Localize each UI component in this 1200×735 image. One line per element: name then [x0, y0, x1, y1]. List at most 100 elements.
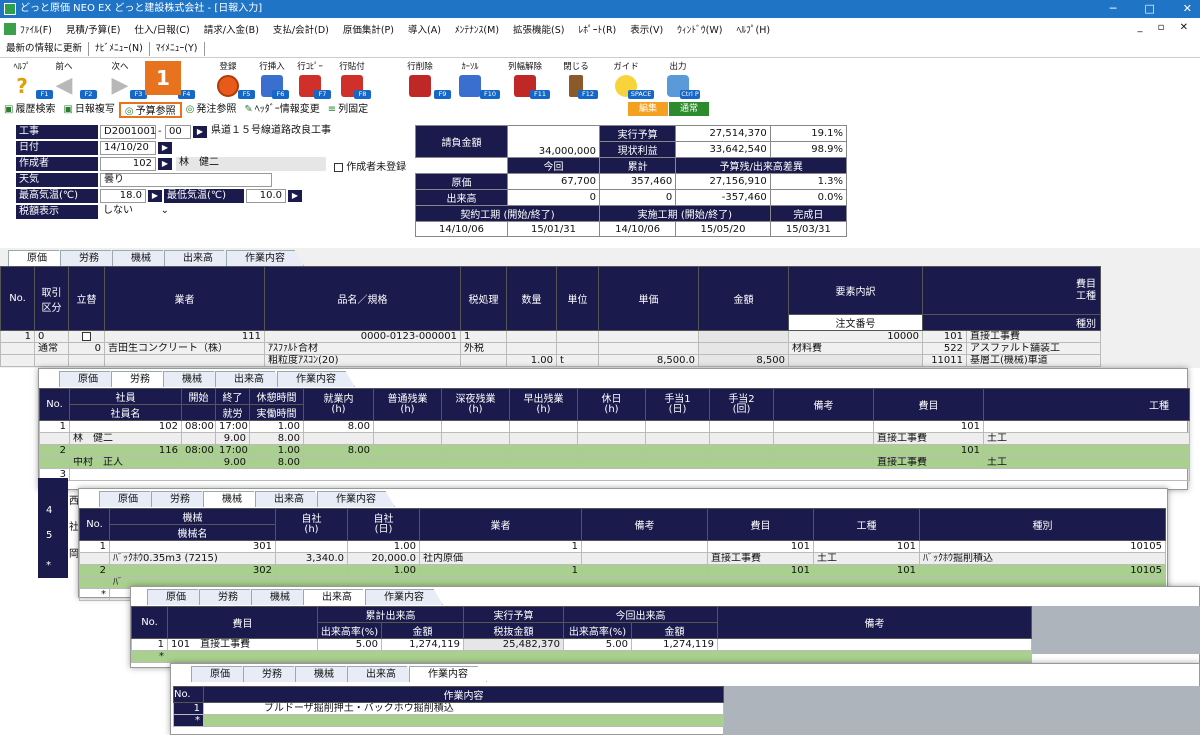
table-row[interactable]: 1 101 直接工事費 5.00 1,274,119 25,482,370 5.…	[131, 638, 1032, 651]
tab-romu[interactable]: 労務	[199, 589, 257, 605]
tab-sagyo[interactable]: 作業内容	[365, 589, 443, 605]
refresh-link[interactable]: 最新の情報に更新	[0, 41, 90, 56]
budget-reference-button[interactable]: ◎ 予算参照	[118, 102, 182, 118]
koji-lookup-button[interactable]: ▶	[193, 126, 207, 138]
arrow-right-icon: ▶	[111, 73, 129, 98]
menu-setup[interactable]: 導入(A)	[408, 22, 441, 36]
tatekae-checkbox[interactable]	[68, 330, 105, 343]
tab-kikai[interactable]: 機械	[251, 589, 309, 605]
weather-field[interactable]: 曇り	[100, 173, 272, 187]
tab-dekidaka[interactable]: 出来高	[215, 371, 283, 387]
menu-help[interactable]: ﾍﾙﾌﾟ(H)	[736, 22, 770, 36]
tab-genka[interactable]: 原価	[147, 589, 205, 605]
col-kikaimei: 機械名	[109, 524, 276, 541]
normal-mode-button[interactable]: 通常	[669, 102, 709, 116]
minimize-button[interactable]: ─	[1110, 0, 1117, 18]
close-button[interactable]: ✕	[1183, 0, 1192, 18]
table-row[interactable]: 1 0 111 0000-0123-000001 1 10000 101 直接工…	[0, 330, 1101, 343]
tab-dekidaka[interactable]: 出来高	[347, 666, 415, 682]
menu-estimate[interactable]: 見積/予算(E)	[66, 22, 121, 36]
genka-grid: No. 取引 区分 立替 業者 品名／規格 税処理 数量 単位 単価 金額 要素…	[0, 266, 1101, 367]
menu-billing[interactable]: 請求/入金(B)	[204, 22, 259, 36]
menu-report[interactable]: ﾚﾎﾟｰﾄ(R)	[578, 22, 616, 36]
navi-menu-link[interactable]: ﾅﾋﾞﾒﾆｭｰ(N)	[89, 41, 150, 56]
tab-sagyo[interactable]: 作業内容	[317, 491, 395, 507]
maximize-button[interactable]: □	[1144, 0, 1154, 18]
min-temp-field[interactable]: 10.0	[246, 189, 286, 203]
menu-file[interactable]: ﾌｧｲﾙ(F)	[20, 22, 52, 36]
my-menu-link[interactable]: ﾏｲﾒﾆｭｰ(Y)	[150, 41, 205, 56]
copy-report-button[interactable]: ▣ 日報複写	[59, 102, 118, 118]
tab-genka[interactable]: 原価	[59, 371, 117, 387]
tab-dekidaka[interactable]: 出来高	[164, 250, 232, 266]
max-temp-field[interactable]: 18.0	[100, 189, 146, 203]
menu-window[interactable]: ｳｨﾝﾄﾞｳ(W)	[677, 22, 722, 36]
budget-pct: 19.1%	[769, 125, 848, 142]
menu-view[interactable]: 表示(V)	[630, 22, 663, 36]
table-row[interactable]: 粗粒度ｱｽｺﾝ(20) 1.00 t 8,500.0 8,500 11011 基…	[0, 354, 1101, 367]
mdi-controls[interactable]: _ ▫ ✕	[1137, 22, 1194, 33]
tab-romu[interactable]: 労務	[243, 666, 301, 682]
table-row[interactable]: 2 116 08:00 17:00 1.00 8.00 101	[39, 444, 1190, 457]
tab-romu[interactable]: 労務	[60, 250, 118, 266]
tab-kikai[interactable]: 機械	[203, 491, 261, 507]
progress-diff: -357,460	[675, 189, 771, 206]
menu-maintenance[interactable]: ﾒﾝﾃﾅﾝｽ(M)	[455, 22, 499, 36]
tab-genka[interactable]: 原価	[191, 666, 249, 682]
col-teate1: 手当1 (日)	[645, 388, 710, 421]
tab-dekidaka[interactable]: 出来高	[303, 589, 371, 605]
table-row[interactable]: 3	[39, 468, 1190, 481]
author-lookup-button[interactable]: ▶	[158, 158, 172, 170]
table-row[interactable]: ﾊﾞｯｸﾎｳ0.35m3 (7215) 3,340.0 20,000.0 社内原…	[79, 552, 1166, 565]
menu-payment[interactable]: 支払/会計(D)	[273, 22, 329, 36]
history-search-button[interactable]: ▣ 履歴検索	[0, 102, 59, 118]
date-field[interactable]: 14/10/20	[100, 141, 156, 155]
col-no: No.	[79, 508, 110, 541]
table-row[interactable]: 中村 正人 9.00 8.00 直接工事費 土工	[39, 456, 1190, 469]
menu-cost[interactable]: 原価集計(P)	[343, 22, 394, 36]
table-row[interactable]: 1 ブルドーザ掘削押土・バックホウ掘削積込	[173, 702, 724, 715]
author-label: 作成者	[16, 157, 98, 171]
table-row[interactable]: 通常 0 吉田生コンクリート（株） ｱｽﾌｧﾙﾄ合材 外税 材料費 522 アス…	[0, 342, 1101, 355]
prev-button[interactable]: 前へ ◀	[44, 60, 84, 97]
tab-sagyo[interactable]: 作業内容	[277, 371, 355, 387]
menu-extension[interactable]: 拡張機能(S)	[513, 22, 564, 36]
date-picker-button[interactable]: ▶	[158, 142, 172, 154]
koji-sub-field[interactable]: 00	[165, 125, 191, 139]
freeze-column-button[interactable]: ≡ 列固定	[324, 102, 372, 118]
menu-purchase[interactable]: 仕入/日報(C)	[135, 22, 190, 36]
table-row[interactable]: 1 102 08:00 17:00 1.00 8.00 101	[39, 420, 1190, 433]
completion-date: 15/03/31	[769, 221, 848, 237]
table-row[interactable]: 1 301 1.00 1 101 101 10105	[79, 540, 1166, 553]
table-row[interactable]: 2 302 1.00 1 101 101 10105	[79, 564, 1166, 577]
table-row[interactable]: *	[131, 650, 1032, 663]
min-temp-button[interactable]: ▶	[288, 190, 302, 202]
header-change-button[interactable]: ✎ ﾍｯﾀﾞｰ情報変更	[240, 102, 323, 118]
tab-dekidaka[interactable]: 出来高	[255, 491, 323, 507]
document-icon	[4, 23, 16, 35]
unregistered-checkbox[interactable]: 作成者未登録	[334, 158, 406, 173]
tab-genka[interactable]: 原価	[8, 250, 66, 266]
col-rate: 出来高率(%)	[317, 622, 382, 639]
koji-code-field[interactable]: D2001001	[100, 125, 156, 139]
tab-sagyo[interactable]: 作業内容	[226, 250, 304, 266]
tab-kikai[interactable]: 機械	[163, 371, 221, 387]
contract-period-label: 契約工期 (開始/終了)	[415, 205, 600, 222]
completion-label: 完成日	[769, 205, 848, 222]
table-row[interactable]: *	[173, 714, 724, 727]
max-temp-button[interactable]: ▶	[148, 190, 162, 202]
tax-select[interactable]: しない ⌄	[100, 205, 172, 219]
tab-genka[interactable]: 原価	[99, 491, 157, 507]
author-code-field[interactable]: 102	[100, 157, 156, 171]
tab-kikai[interactable]: 機械	[295, 666, 353, 682]
tab-romu[interactable]: 労務	[111, 371, 169, 387]
edit-mode-button[interactable]: 編集	[628, 102, 668, 116]
col-kikai: 機械	[109, 508, 276, 525]
tab-sagyo[interactable]: 作業内容	[409, 666, 487, 682]
tab-romu[interactable]: 労務	[151, 491, 209, 507]
table-row[interactable]: 林 健二 9.00 8.00 直接工事費 土工	[39, 432, 1190, 445]
ok-icon	[217, 75, 239, 97]
order-reference-button[interactable]: ◎ 発注参照	[182, 102, 241, 118]
fkey-f7: F7	[314, 90, 331, 99]
tab-kikai[interactable]: 機械	[112, 250, 170, 266]
